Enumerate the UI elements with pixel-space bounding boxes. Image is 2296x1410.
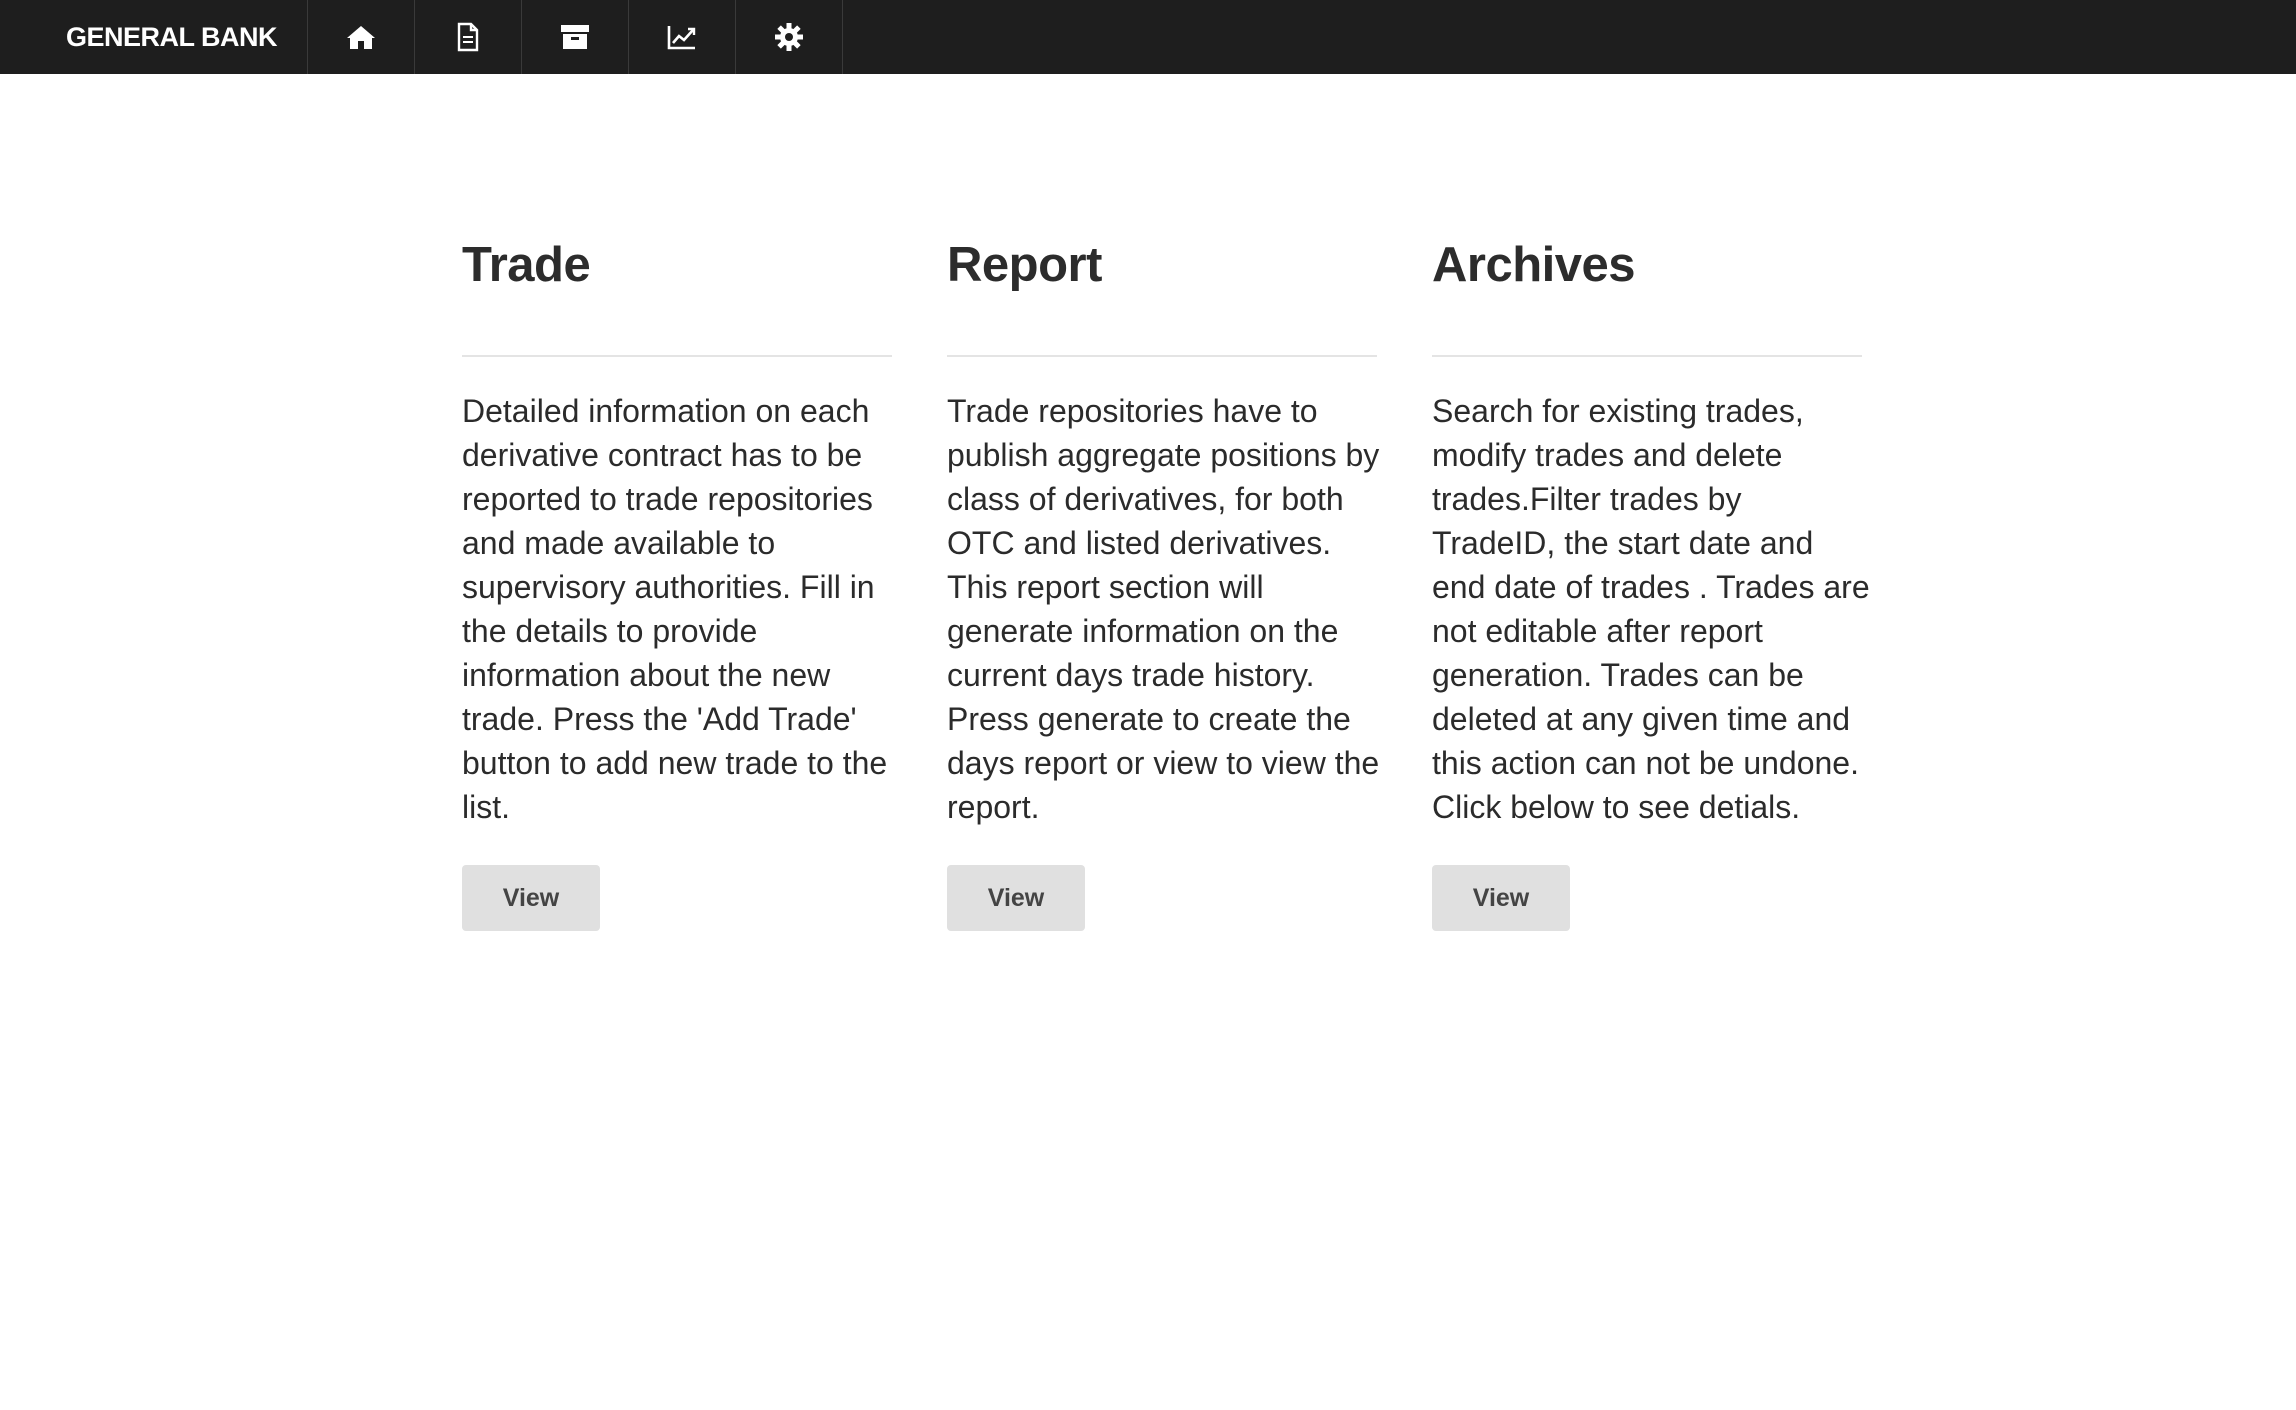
- trade-view-button[interactable]: View: [462, 865, 600, 931]
- top-navbar: GENERAL BANK: [0, 0, 2296, 74]
- report-section: Report Trade repositories have to publis…: [947, 230, 1379, 931]
- trade-section: Trade Detailed information on each deriv…: [462, 230, 892, 931]
- report-heading: Report: [947, 238, 1102, 292]
- archive-icon: [560, 23, 590, 51]
- report-view-button[interactable]: View: [947, 865, 1085, 931]
- trade-divider: [462, 355, 892, 357]
- chart-icon: [667, 24, 697, 50]
- nav-archive[interactable]: [522, 0, 629, 74]
- archives-heading: Archives: [1432, 238, 1636, 292]
- nav-home[interactable]: [308, 0, 415, 74]
- report-description: Trade repositories have to publish aggre…: [947, 393, 1380, 825]
- nav-chart[interactable]: [629, 0, 736, 74]
- archives-section: Archives Search for existing trades, mod…: [1432, 230, 1870, 931]
- archives-divider: [1432, 355, 1862, 357]
- archives-view-button[interactable]: View: [1432, 865, 1570, 931]
- report-divider: [947, 355, 1377, 357]
- brand-logo-link[interactable]: GENERAL BANK: [0, 0, 308, 74]
- home-icon: [345, 23, 377, 51]
- archives-description: Search for existing trades, modify trade…: [1432, 393, 1870, 825]
- document-icon: [456, 22, 480, 52]
- gear-icon: [774, 22, 804, 52]
- trade-description: Detailed information on each derivative …: [462, 393, 888, 825]
- trade-heading: Trade: [462, 238, 591, 292]
- nav-document[interactable]: [415, 0, 522, 74]
- nav-settings[interactable]: [736, 0, 843, 74]
